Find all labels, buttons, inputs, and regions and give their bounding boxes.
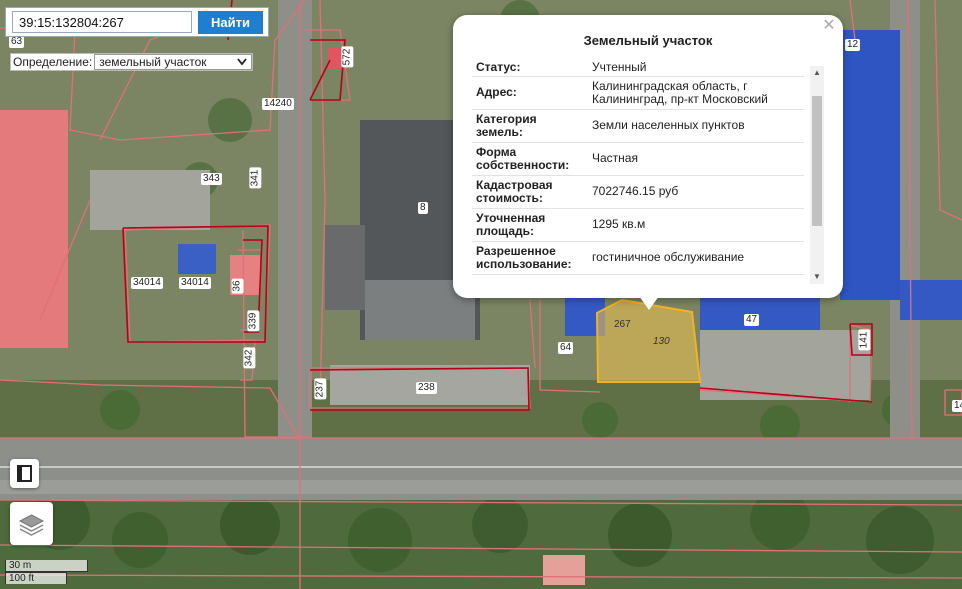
attr-value: 7022746.15 руб: [588, 175, 804, 209]
parcel-label[interactable]: 47: [744, 314, 760, 326]
search-button[interactable]: Найти: [198, 11, 263, 34]
parcel-label[interactable]: 342: [243, 347, 256, 369]
popup-pointer: [639, 296, 659, 310]
attr-key: Адрес:: [472, 76, 588, 110]
table-row: Статус: Учтенный: [472, 60, 804, 77]
parcel-label[interactable]: 34014: [179, 277, 211, 289]
parcel-label[interactable]: 238: [416, 382, 437, 394]
attr-key: Кадастровая стоимость:: [472, 175, 588, 209]
attr-value: Земли населенных пунктов: [588, 109, 804, 143]
parcel-label[interactable]: 341: [249, 167, 262, 189]
parcel-label[interactable]: 34014: [131, 277, 163, 289]
search-panel: Найти: [5, 7, 269, 37]
scroll-thumb[interactable]: [812, 96, 822, 226]
table-row: Адрес: Калининградская область, г Калини…: [472, 76, 804, 110]
parcel-label[interactable]: 12: [845, 39, 861, 51]
attr-value: Частная: [588, 142, 804, 176]
attr-key: Статус:: [472, 60, 588, 77]
scale-metric: 30 m: [5, 560, 88, 572]
table-row: Категория земель: Земли населенных пункт…: [472, 109, 804, 143]
parcel-label[interactable]: 146: [952, 400, 962, 412]
parcel-label[interactable]: 141: [858, 329, 871, 351]
attr-value: Калининградская область, г Калининград, …: [588, 76, 804, 110]
parcel-label[interactable]: 237: [314, 378, 327, 400]
layers-icon: [10, 514, 53, 549]
table-row: Кадастровая стоимость: 7022746.15 руб: [472, 175, 804, 209]
chevron-down-icon: [237, 55, 247, 69]
popup-body[interactable]: Статус: Учтенный Адрес: Калининградская …: [472, 60, 824, 285]
parcel-label[interactable]: 64: [558, 342, 574, 354]
table-row: Уточненная площадь: 1295 кв.м: [472, 208, 804, 242]
layers-button[interactable]: [10, 502, 53, 545]
scroll-down-icon[interactable]: ▼: [810, 270, 824, 284]
parcel-info-popup: ✕ Земельный участок Статус: Учтенный Адр…: [453, 15, 843, 298]
definition-selected-value: земельный участок: [99, 55, 207, 69]
parcel-label[interactable]: 8: [418, 202, 428, 214]
parcel-label[interactable]: 63: [9, 36, 25, 48]
close-icon[interactable]: ✕: [821, 18, 837, 34]
popup-scrollbar[interactable]: ▲ ▼: [810, 66, 824, 284]
attr-value: Учтенный: [588, 60, 804, 77]
scale-control: 30 m 100 ft: [5, 560, 88, 584]
attribute-table: Статус: Учтенный Адрес: Калининградская …: [472, 60, 804, 275]
parcel-label[interactable]: 343: [201, 173, 222, 185]
parcel-label[interactable]: 572: [341, 46, 354, 68]
scroll-up-icon[interactable]: ▲: [810, 66, 824, 80]
scale-imperial: 100 ft: [5, 572, 67, 584]
attr-key: Категория земель:: [472, 109, 588, 143]
parcel-label[interactable]: 339: [247, 310, 260, 332]
table-row: Разрешенное использование: гостиничное о…: [472, 241, 804, 275]
definition-label: Определение:: [13, 55, 93, 69]
popup-title: Земельный участок: [583, 33, 713, 48]
draw-tool-icon: [10, 465, 39, 492]
cadastral-search-input[interactable]: [12, 11, 192, 33]
draw-tool-button[interactable]: [10, 459, 39, 488]
table-row: Форма собственности: Частная: [472, 142, 804, 176]
parcel-label[interactable]: 14240: [262, 98, 294, 110]
attr-value: гостиничное обслуживание: [588, 241, 804, 275]
attr-key: Форма собственности:: [472, 142, 588, 176]
definition-select[interactable]: земельный участок: [94, 54, 253, 70]
parcel-label[interactable]: 36: [231, 278, 244, 294]
attr-key: Разрешенное использование:: [472, 241, 588, 275]
definition-row: Определение: земельный участок: [10, 53, 254, 71]
parcel-label[interactable]: 130: [651, 336, 672, 348]
parcel-label[interactable]: 267: [612, 319, 633, 331]
attr-value: 1295 кв.м: [588, 208, 804, 242]
attr-key: Уточненная площадь:: [472, 208, 588, 242]
